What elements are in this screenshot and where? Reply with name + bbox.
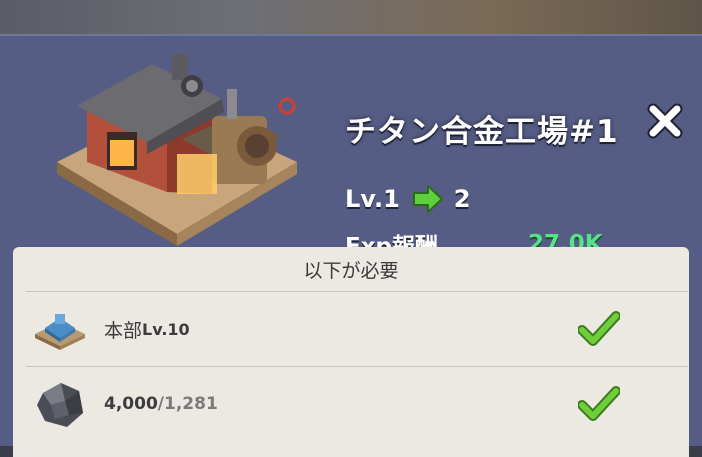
owned-amount: 1,281: [164, 394, 218, 414]
checkmark-icon: [578, 386, 620, 421]
current-level: Lv.1: [345, 185, 400, 213]
titanium-factory-building-image: [57, 54, 297, 246]
headquarters-icon: [35, 314, 85, 350]
next-level: 2: [453, 185, 471, 213]
titanium-ore-icon: [37, 383, 83, 427]
requirement-label: 本部: [104, 319, 143, 342]
requirement-row-headquarters: 本部 Lv.10: [13, 292, 689, 366]
requirements-card: 以下が必要 本部 Lv.10 4,000 / 1,281: [13, 247, 689, 457]
building-title: チタン合金工場#1: [345, 114, 619, 150]
requirement-row-resource: 4,000 / 1,281: [13, 367, 689, 441]
checkmark-icon: [578, 311, 620, 346]
close-icon: [647, 103, 683, 139]
required-amount: 4,000: [104, 394, 158, 414]
arrow-right-icon: [412, 184, 444, 214]
level-row: Lv.1 2: [345, 181, 471, 217]
requirements-header: 以下が必要: [303, 259, 399, 282]
requirement-level: Lv.10: [142, 319, 190, 339]
close-button[interactable]: [640, 96, 690, 146]
